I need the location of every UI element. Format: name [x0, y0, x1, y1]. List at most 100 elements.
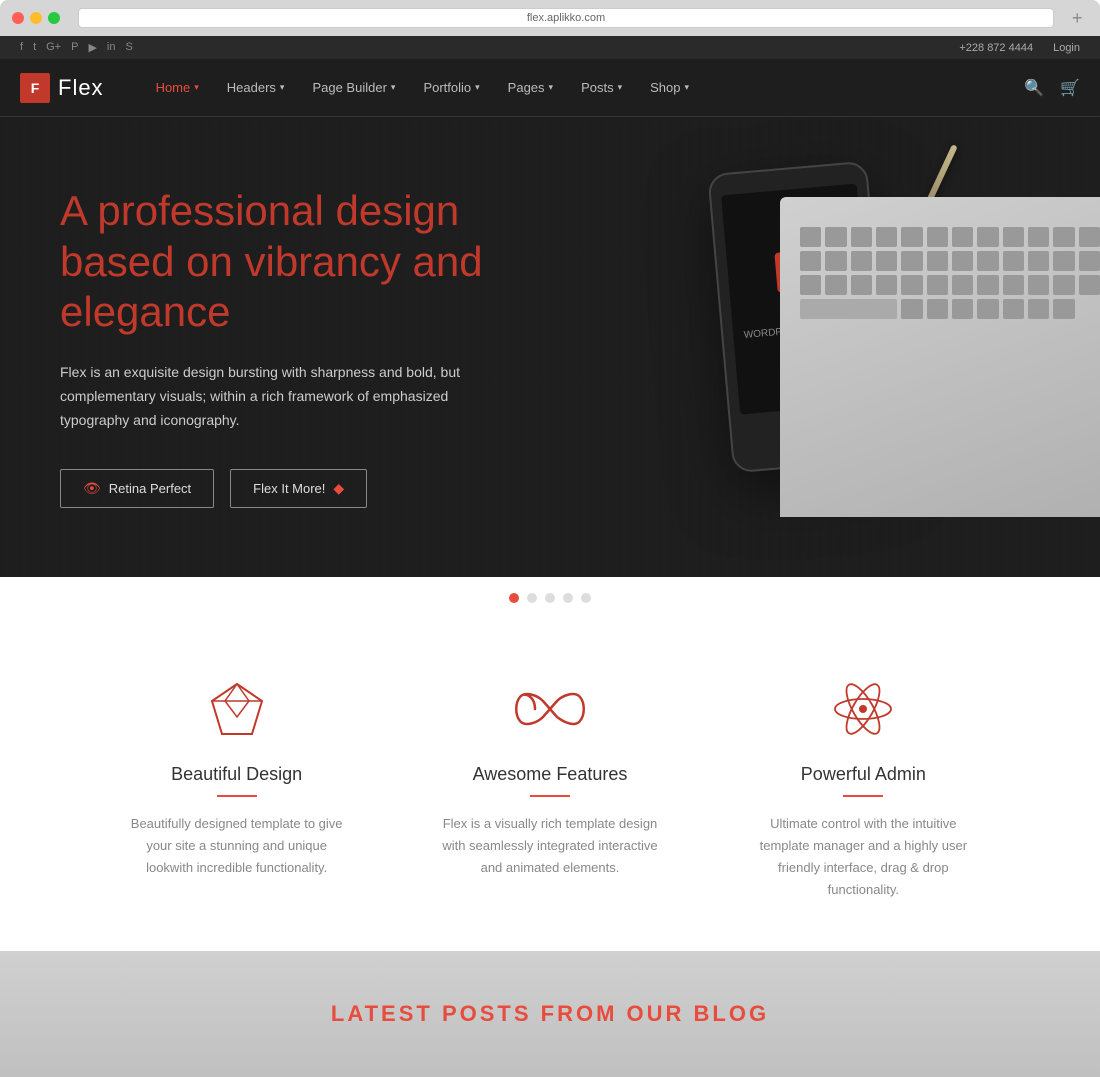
feature-2-underline: [530, 795, 570, 797]
pinterest-icon[interactable]: P: [71, 41, 78, 54]
slider-dot-5[interactable]: [581, 593, 591, 603]
social-links: f t G+ P ▶ in S: [20, 41, 133, 54]
googleplus-icon[interactable]: G+: [46, 41, 61, 54]
key: [952, 299, 973, 319]
maximize-button[interactable]: [48, 12, 60, 24]
logo-icon: F: [20, 73, 50, 103]
feature-powerful-admin: Powerful Admin Ultimate control with the…: [727, 679, 1000, 901]
nav-portfolio-label: Portfolio: [423, 80, 471, 95]
top-bar-right: +228 872 4444 Login: [959, 42, 1080, 54]
feature-3-desc: Ultimate control with the intuitive temp…: [753, 813, 973, 901]
key: [1079, 227, 1100, 247]
features-grid: Beautiful Design Beautifully designed te…: [100, 679, 1000, 901]
url-bar[interactable]: flex.aplikko.com: [78, 8, 1054, 28]
feature-1-desc: Beautifully designed template to give yo…: [127, 813, 347, 879]
key: [927, 299, 948, 319]
nav-utility-icons: 🔍 🛒: [1024, 78, 1080, 98]
key: [1053, 227, 1074, 247]
flex-more-button[interactable]: Flex It More! ◆: [230, 469, 367, 508]
blog-section-title: LATEST POSTS FROM OUR BLOG: [331, 1001, 769, 1027]
slider-dot-4[interactable]: [563, 593, 573, 603]
browser-titlebar: flex.aplikko.com +: [0, 0, 1100, 36]
nav-shop[interactable]: Shop ▾: [638, 59, 701, 117]
blog-title-suffix: FROM OUR BLOG: [532, 1001, 770, 1026]
key: [1079, 275, 1100, 295]
key: [901, 299, 922, 319]
key: [825, 275, 846, 295]
hero-content: A professional design based on vibrancy …: [0, 186, 560, 508]
feature-awesome-features: Awesome Features Flex is a visually rich…: [413, 679, 686, 901]
skype-icon[interactable]: S: [125, 41, 132, 54]
slider-dot-1[interactable]: [509, 593, 519, 603]
youtube-icon[interactable]: ▶: [88, 41, 96, 54]
logo-text: Flex: [58, 75, 104, 101]
key: [952, 227, 973, 247]
key: [927, 227, 948, 247]
key: [1003, 251, 1024, 271]
nav-home[interactable]: Home ▾: [144, 59, 211, 117]
key: [927, 275, 948, 295]
key: [876, 227, 897, 247]
slider-dot-2[interactable]: [527, 593, 537, 603]
nav-pagebuilder[interactable]: Page Builder ▾: [300, 59, 407, 117]
nav-portfolio-arrow: ▾: [475, 82, 480, 93]
key: [977, 299, 998, 319]
key: [901, 275, 922, 295]
hero-visual: F Flex WORDPRESS JOURNAL THEME: [495, 117, 1100, 577]
nav-pages-arrow: ▾: [549, 82, 554, 93]
nav-pages-label: Pages: [508, 80, 545, 95]
nav-pages[interactable]: Pages ▾: [496, 59, 565, 117]
atom-feature-icon: [833, 679, 893, 744]
nav-headers-arrow: ▾: [280, 82, 285, 93]
spacebar-key: [800, 299, 897, 319]
key: [876, 275, 897, 295]
key: [851, 275, 872, 295]
slider-dots: [0, 577, 1100, 619]
key: [927, 251, 948, 271]
close-button[interactable]: [12, 12, 24, 24]
key: [851, 227, 872, 247]
new-tab-button[interactable]: +: [1072, 10, 1088, 26]
cart-icon[interactable]: 🛒: [1060, 78, 1080, 98]
twitter-icon[interactable]: t: [33, 41, 36, 54]
key: [800, 251, 821, 271]
hero-buttons: 👁 Retina Perfect Flex It More! ◆: [60, 469, 500, 508]
nav-headers-label: Headers: [227, 80, 276, 95]
logo[interactable]: F Flex: [20, 73, 104, 103]
key: [851, 251, 872, 271]
slider-dot-3[interactable]: [545, 593, 555, 603]
diamond-feature-icon: [207, 679, 267, 744]
browser-window: flex.aplikko.com +: [0, 0, 1100, 36]
key: [977, 275, 998, 295]
key: [800, 275, 821, 295]
feature-2-desc: Flex is a visually rich template design …: [440, 813, 660, 879]
retina-perfect-button[interactable]: 👁 Retina Perfect: [60, 469, 214, 508]
nav-posts[interactable]: Posts ▾: [569, 59, 634, 117]
nav-home-arrow: ▾: [194, 82, 199, 93]
facebook-icon[interactable]: f: [20, 41, 23, 54]
key: [952, 275, 973, 295]
minimize-button[interactable]: [30, 12, 42, 24]
key: [1028, 275, 1049, 295]
feature-1-underline: [217, 795, 257, 797]
feature-3-underline: [843, 795, 883, 797]
key: [1028, 251, 1049, 271]
search-icon[interactable]: 🔍: [1024, 78, 1044, 98]
nav-shop-arrow: ▾: [685, 82, 690, 93]
key: [825, 251, 846, 271]
eye-icon: 👁: [83, 480, 101, 497]
nav-pagebuilder-label: Page Builder: [312, 80, 386, 95]
key: [1079, 251, 1100, 271]
key: [977, 251, 998, 271]
key: [977, 227, 998, 247]
nav-shop-label: Shop: [650, 80, 680, 95]
nav-portfolio[interactable]: Portfolio ▾: [411, 59, 491, 117]
key: [1053, 275, 1074, 295]
nav-headers[interactable]: Headers ▾: [215, 59, 297, 117]
hero-section: A professional design based on vibrancy …: [0, 117, 1100, 577]
btn2-label: Flex It More!: [253, 481, 325, 496]
key: [1053, 299, 1074, 319]
login-link[interactable]: Login: [1053, 42, 1080, 54]
nav-posts-arrow: ▾: [618, 82, 623, 93]
linkedin-icon[interactable]: in: [107, 41, 116, 54]
